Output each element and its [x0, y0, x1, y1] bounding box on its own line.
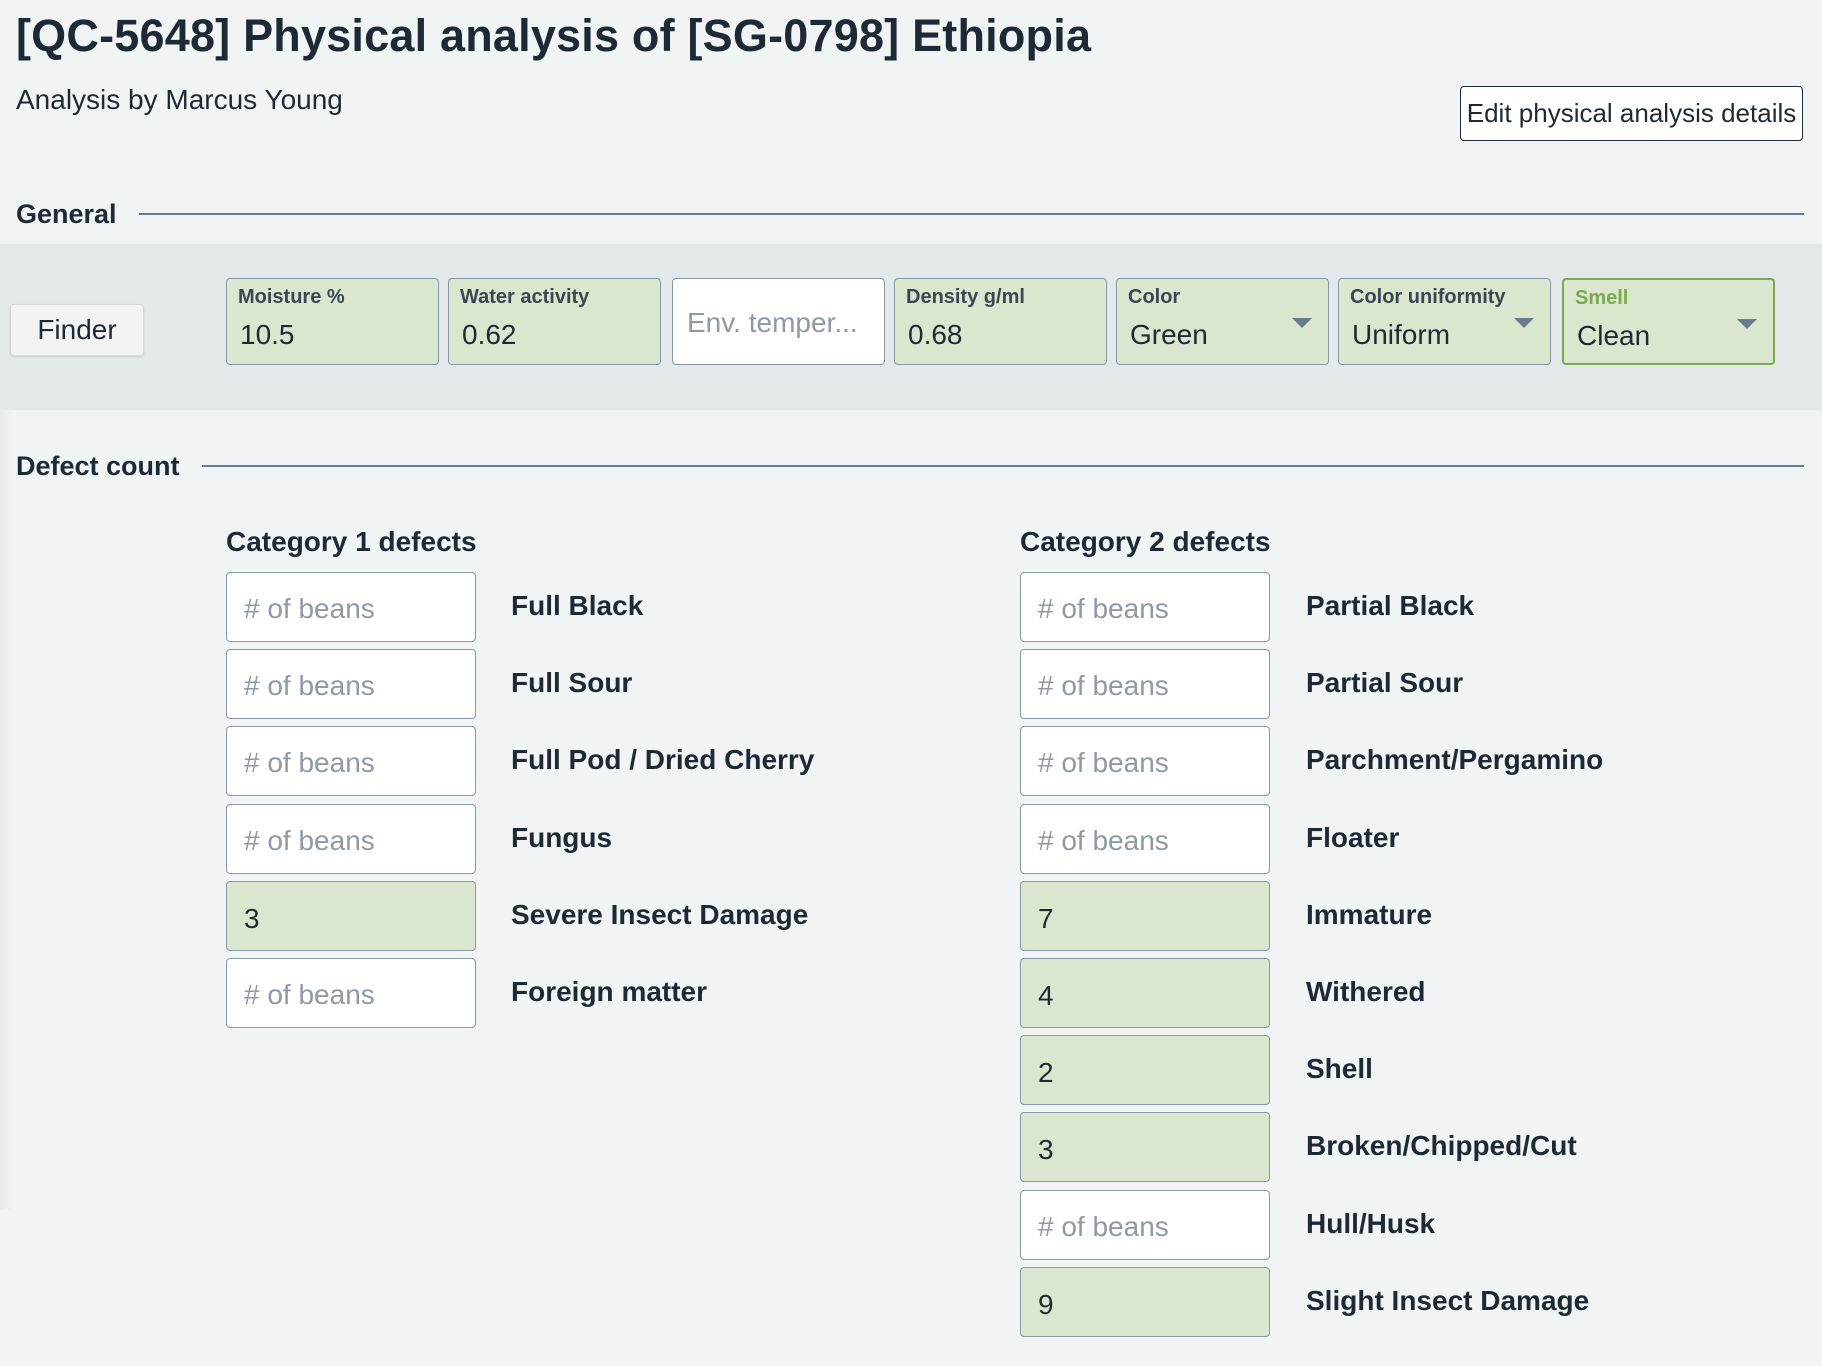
general-section-header: General: [16, 194, 1804, 234]
chevron-down-icon: [1737, 319, 1757, 329]
water-activity-label: Water activity: [460, 286, 590, 308]
bean-count-placeholder: # of beans: [244, 747, 375, 778]
defect-name: Hull/Husk: [1306, 1208, 1436, 1239]
defect-name: Partial Sour: [1306, 667, 1464, 698]
bean-count-placeholder: # of beans: [1038, 593, 1169, 624]
bean-count-placeholder: # of beans: [1038, 747, 1169, 778]
bean-count-input[interactable]: # of beans: [226, 726, 476, 796]
bean-count-placeholder: # of beans: [244, 979, 375, 1010]
water-activity-value: 0.62: [462, 319, 517, 350]
category2-title: Category 2 defects: [1020, 526, 1271, 557]
bean-count-input[interactable]: # of beans: [1020, 649, 1270, 719]
moisture-label: Moisture %: [238, 286, 345, 308]
defect-name: Full Pod / Dried Cherry: [511, 744, 815, 775]
smell-label: Smell: [1575, 287, 1629, 309]
bean-count-input[interactable]: 4: [1020, 958, 1270, 1028]
defect-name: Full Sour: [511, 667, 633, 698]
smell-value: Clean: [1577, 320, 1651, 351]
env-temperature-field[interactable]: Env. temper...: [672, 278, 885, 365]
defect-section-label: Defect count: [16, 450, 180, 481]
smell-select[interactable]: Smell Clean: [1562, 278, 1775, 365]
bean-count-input[interactable]: # of beans: [226, 958, 476, 1028]
color-uniformity-label: Color uniformity: [1350, 286, 1506, 308]
section-divider: [138, 213, 1804, 215]
finder-button[interactable]: Finder: [10, 304, 144, 356]
defect-name: Shell: [1306, 1053, 1373, 1084]
color-uniformity-value: Uniform: [1352, 319, 1451, 350]
page-edge-shadow: [0, 410, 14, 1210]
bean-count-input[interactable]: 3: [226, 881, 476, 951]
color-value: Green: [1130, 319, 1208, 350]
bean-count-input[interactable]: # of beans: [1020, 726, 1270, 796]
defect-name: Partial Black: [1306, 590, 1475, 621]
moisture-value: 10.5: [240, 319, 295, 350]
bean-count-placeholder: # of beans: [1038, 1211, 1169, 1242]
section-divider: [201, 465, 1804, 467]
bean-count-placeholder: # of beans: [1038, 670, 1169, 701]
bean-count-value: 3: [1038, 1134, 1054, 1165]
defect-name: Fungus: [511, 822, 613, 853]
edit-details-button[interactable]: Edit physical analysis details: [1460, 86, 1803, 141]
defect-name: Full Black: [511, 590, 644, 621]
color-uniformity-select[interactable]: Color uniformity Uniform: [1338, 278, 1551, 365]
bean-count-input[interactable]: # of beans: [1020, 1190, 1270, 1260]
bean-count-input[interactable]: # of beans: [226, 572, 476, 642]
defect-name: Severe Insect Damage: [511, 899, 809, 930]
bean-count-input[interactable]: # of beans: [1020, 804, 1270, 874]
bean-count-input[interactable]: 7: [1020, 881, 1270, 951]
bean-count-placeholder: # of beans: [244, 670, 375, 701]
defect-name: Slight Insect Damage: [1306, 1285, 1590, 1316]
water-activity-field[interactable]: Water activity 0.62: [448, 278, 661, 365]
bean-count-input[interactable]: 2: [1020, 1035, 1270, 1105]
color-select[interactable]: Color Green: [1116, 278, 1329, 365]
bean-count-value: 7: [1038, 903, 1054, 934]
chevron-down-icon: [1292, 318, 1312, 328]
color-label: Color: [1128, 286, 1181, 308]
general-section-label: General: [16, 198, 117, 229]
bean-count-input[interactable]: 3: [1020, 1112, 1270, 1182]
category1-title: Category 1 defects: [226, 526, 477, 557]
defect-section-header: Defect count: [16, 446, 1804, 486]
bean-count-input[interactable]: 9: [1020, 1267, 1270, 1337]
bean-count-value: 9: [1038, 1289, 1054, 1320]
analyst-subtitle: Analysis by Marcus Young: [16, 84, 343, 115]
moisture-field[interactable]: Moisture % 10.5: [226, 278, 439, 365]
bean-count-input[interactable]: # of beans: [226, 804, 476, 874]
bean-count-placeholder: # of beans: [244, 825, 375, 856]
bean-count-input[interactable]: # of beans: [1020, 572, 1270, 642]
bean-count-value: 3: [244, 903, 260, 934]
bean-count-value: 2: [1038, 1057, 1054, 1088]
defect-name: Foreign matter: [511, 976, 708, 1007]
density-field[interactable]: Density g/ml 0.68: [894, 278, 1107, 365]
density-label: Density g/ml: [906, 286, 1025, 308]
defect-name: Floater: [1306, 822, 1400, 853]
bean-count-placeholder: # of beans: [244, 593, 375, 624]
defect-name: Parchment/Pergamino: [1306, 744, 1604, 775]
defect-name: Broken/Chipped/Cut: [1306, 1130, 1577, 1161]
defect-name: Immature: [1306, 899, 1433, 930]
bean-count-input[interactable]: # of beans: [226, 649, 476, 719]
bean-count-placeholder: # of beans: [1038, 825, 1169, 856]
chevron-down-icon: [1514, 318, 1534, 328]
env-temperature-placeholder: Env. temper...: [687, 307, 858, 338]
defect-name: Withered: [1306, 976, 1426, 1007]
page-title: [QC-5648] Physical analysis of [SG-0798]…: [16, 10, 1092, 61]
density-value: 0.68: [908, 319, 963, 350]
bean-count-value: 4: [1038, 980, 1054, 1011]
